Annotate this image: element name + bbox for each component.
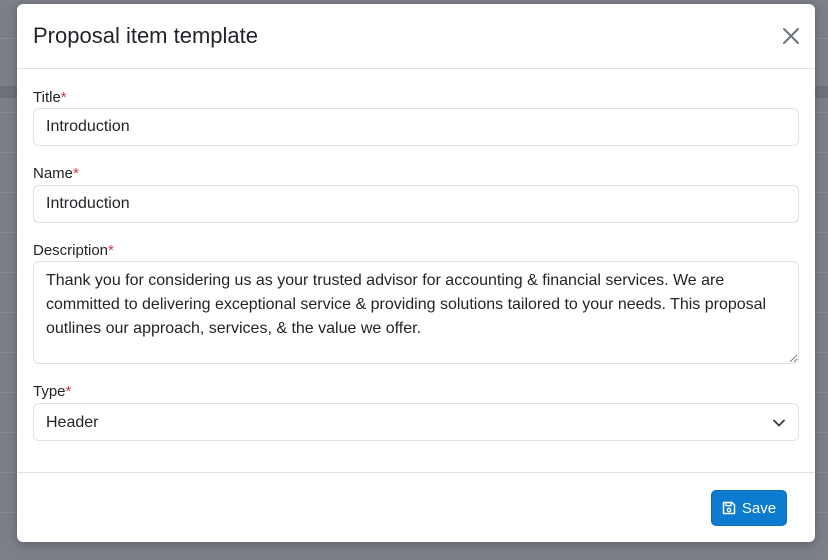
save-button[interactable]: Save — [711, 490, 787, 526]
close-icon — [783, 28, 799, 44]
type-select[interactable]: Header — [33, 403, 799, 441]
name-label: Name* — [33, 165, 79, 182]
type-selected-value: Header — [46, 414, 99, 431]
save-button-label: Save — [741, 499, 777, 517]
name-input[interactable] — [33, 185, 799, 223]
type-label: Type* — [33, 383, 72, 400]
modal-title: Proposal item template — [33, 23, 258, 48]
required-mark: * — [60, 89, 67, 106]
chevron-down-icon — [773, 419, 785, 427]
title-label: Title* — [33, 89, 67, 106]
close-button[interactable] — [777, 22, 805, 50]
modal-header: Proposal item template — [17, 4, 815, 69]
floppy-disk-icon — [722, 501, 736, 515]
description-label: Description* — [33, 242, 114, 259]
required-mark: * — [73, 165, 79, 182]
required-mark: * — [65, 383, 72, 400]
modal-footer: Save — [17, 472, 815, 542]
title-input[interactable] — [33, 108, 799, 146]
required-mark: * — [108, 242, 114, 259]
proposal-item-modal: Proposal item template Title* Name* Desc… — [17, 4, 815, 542]
description-textarea[interactable]: Thank you for considering us as your tru… — [33, 261, 799, 364]
